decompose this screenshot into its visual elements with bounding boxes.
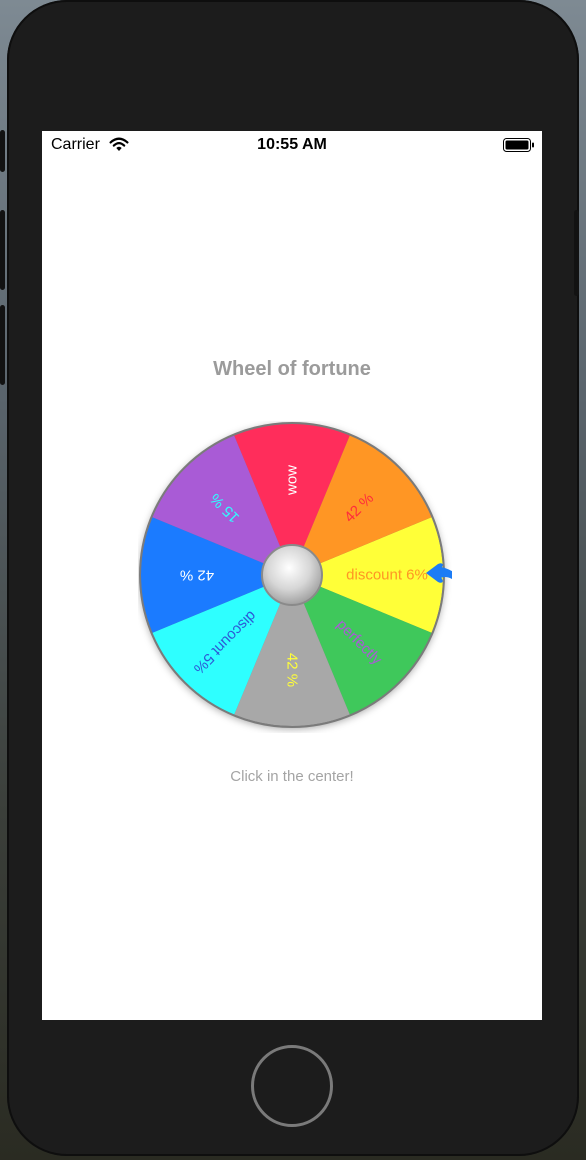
wheel-segment-label: 42 % bbox=[284, 653, 301, 687]
power-button bbox=[574, 210, 579, 296]
wheel-segment-label: wow bbox=[284, 465, 301, 496]
volume-down-button bbox=[0, 305, 5, 385]
battery-icon bbox=[503, 138, 535, 157]
fortune-wheel: discount 6% perfectly 42 % discount 5% 42 % 1… bbox=[138, 421, 452, 733]
silent-switch bbox=[0, 130, 5, 172]
page-title: Wheel of fortune bbox=[213, 358, 371, 380]
spin-button[interactable] bbox=[261, 544, 323, 606]
volume-up-button bbox=[0, 210, 5, 290]
wheel-segment-label: 42 % bbox=[180, 567, 214, 584]
status-bar: Carrier 10:55 AM bbox=[42, 131, 542, 159]
app-screen: Carrier 10:55 AM Wheel of fortune discou… bbox=[42, 131, 542, 1020]
home-button[interactable] bbox=[251, 1045, 333, 1127]
status-time: 10:55 AM bbox=[257, 136, 327, 153]
spin-button-icon[interactable] bbox=[261, 544, 323, 606]
wheel-segment-label: discount 6% bbox=[346, 567, 428, 584]
hint-text: Click in the center! bbox=[230, 768, 354, 785]
